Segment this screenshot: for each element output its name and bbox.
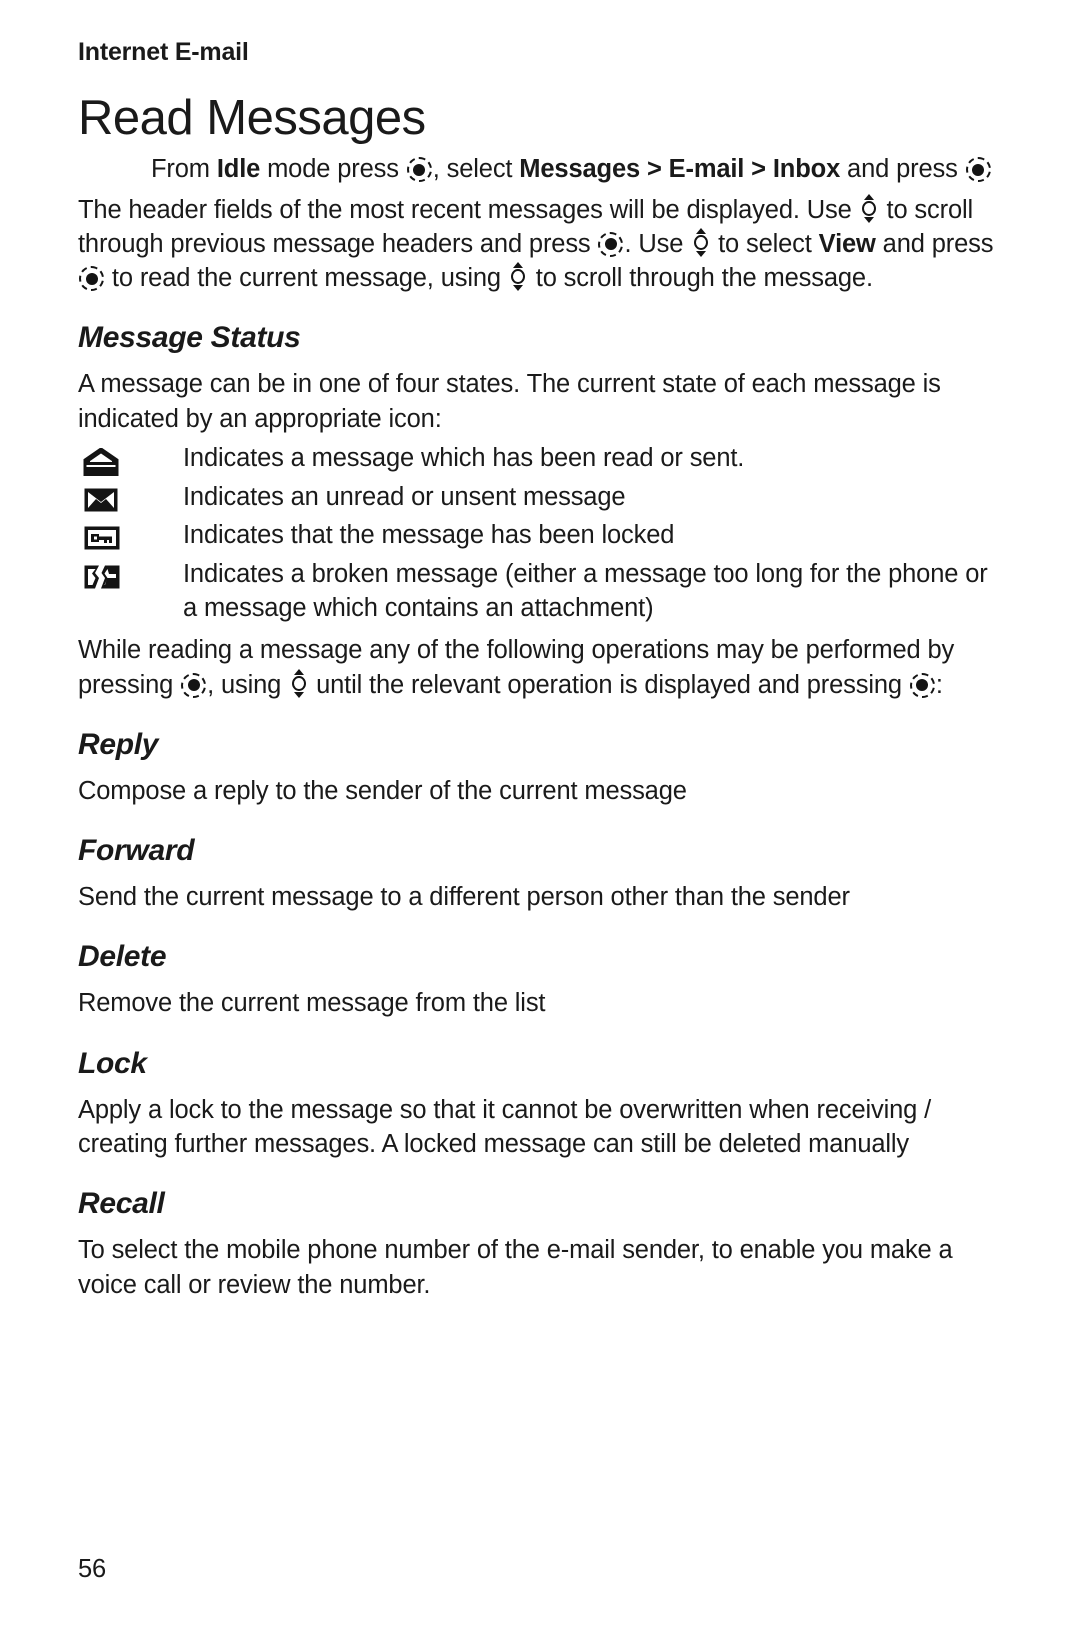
idle-mode-instruction: From Idle mode press , select Messages >… bbox=[78, 152, 1002, 186]
paragraph-line1: The header fields of the most recent mes… bbox=[78, 195, 800, 224]
broken-envelope-icon bbox=[84, 565, 120, 589]
select-key-icon bbox=[79, 266, 104, 292]
scroll-key-icon bbox=[290, 668, 307, 698]
instruction-and-press: and press bbox=[840, 155, 965, 184]
paragraph-use1: Use bbox=[806, 195, 859, 224]
section-heading-reply: Reply bbox=[78, 727, 159, 761]
instruction-prefix: From bbox=[151, 155, 217, 184]
section-body-lock: Apply a lock to the message so that it c… bbox=[78, 1095, 932, 1159]
section-heading-delete: Delete bbox=[78, 940, 167, 974]
scroll-key-icon bbox=[861, 193, 878, 223]
paragraph-using: using bbox=[440, 264, 508, 293]
icon-cell bbox=[78, 441, 183, 477]
select-key-icon bbox=[965, 157, 991, 183]
message-status-icon-list: Indicates a message which has been read … bbox=[78, 441, 1002, 625]
operations-intro-part3: until the relevant operation is displaye… bbox=[309, 670, 909, 699]
select-key-icon bbox=[598, 231, 624, 257]
instruction-idle-keyword: Idle bbox=[216, 155, 261, 184]
header-fields-paragraph: The header fields of the most recent mes… bbox=[78, 193, 1002, 296]
paragraph-scroll-end: to scroll through the message. bbox=[528, 264, 873, 293]
section-body-reply: Compose a reply to the sender of the cur… bbox=[78, 776, 687, 805]
message-status-intro: A message can be in one of four states. … bbox=[78, 370, 941, 433]
list-item: Indicates that the message has been lock… bbox=[78, 518, 1002, 552]
paragraph-view-keyword: View bbox=[818, 229, 876, 258]
select-key-icon bbox=[909, 672, 935, 698]
opened-envelope-icon bbox=[83, 448, 119, 477]
list-item-label: Indicates that the message has been lock… bbox=[183, 521, 675, 550]
paragraph-period: . bbox=[624, 229, 632, 258]
list-item-label: Indicates a broken message (either a mes… bbox=[183, 559, 988, 622]
operations-intro-part4: : bbox=[935, 670, 943, 699]
operations-intro-paragraph: While reading a message any of the follo… bbox=[78, 633, 1002, 702]
icon-cell bbox=[78, 518, 183, 551]
closed-envelope-icon bbox=[84, 488, 118, 512]
page-title: Read Messages bbox=[78, 91, 426, 145]
page-number: 56 bbox=[78, 1555, 107, 1583]
list-item-label: Indicates an unread or unsent message bbox=[183, 483, 626, 512]
instruction-mid: mode press bbox=[260, 155, 406, 184]
manual-page: Internet E-mail Read Messages From Idle … bbox=[0, 0, 1080, 1632]
scroll-key-icon bbox=[510, 262, 527, 292]
list-item-label: Indicates a message which has been read … bbox=[183, 444, 745, 473]
key-locked-envelope-icon bbox=[84, 526, 120, 550]
paragraph-and-press2: and press bbox=[875, 229, 994, 258]
paragraph-select-word: to select bbox=[711, 229, 819, 258]
section-heading-lock: Lock bbox=[78, 1046, 147, 1080]
instruction-menu-path: Messages > E-mail > Inbox bbox=[519, 155, 841, 184]
paragraph-use2: Use bbox=[638, 229, 691, 258]
section-heading-message-status: Message Status bbox=[78, 321, 301, 355]
list-item: Indicates a message which has been read … bbox=[78, 441, 1002, 477]
icon-cell bbox=[78, 480, 183, 513]
running-head: Internet E-mail bbox=[78, 38, 249, 66]
section-heading-recall: Recall bbox=[78, 1187, 165, 1221]
list-item: Indicates an unread or unsent message bbox=[78, 480, 1002, 514]
section-heading-forward: Forward bbox=[78, 834, 195, 868]
paragraph-read: to read the current message, bbox=[105, 264, 434, 293]
scroll-key-icon bbox=[692, 227, 709, 257]
section-body-recall: To select the mobile phone number of the… bbox=[78, 1236, 953, 1299]
icon-cell bbox=[78, 557, 183, 590]
instruction-select-text: , select bbox=[432, 155, 520, 184]
select-key-icon bbox=[406, 157, 432, 183]
operations-intro-part2: , using bbox=[207, 670, 289, 699]
list-item: Indicates a broken message (either a mes… bbox=[78, 557, 1002, 626]
section-body-delete: Remove the current message from the list bbox=[78, 989, 546, 1018]
section-body-forward: Send the current message to a different … bbox=[78, 883, 850, 912]
select-key-icon bbox=[181, 672, 207, 698]
